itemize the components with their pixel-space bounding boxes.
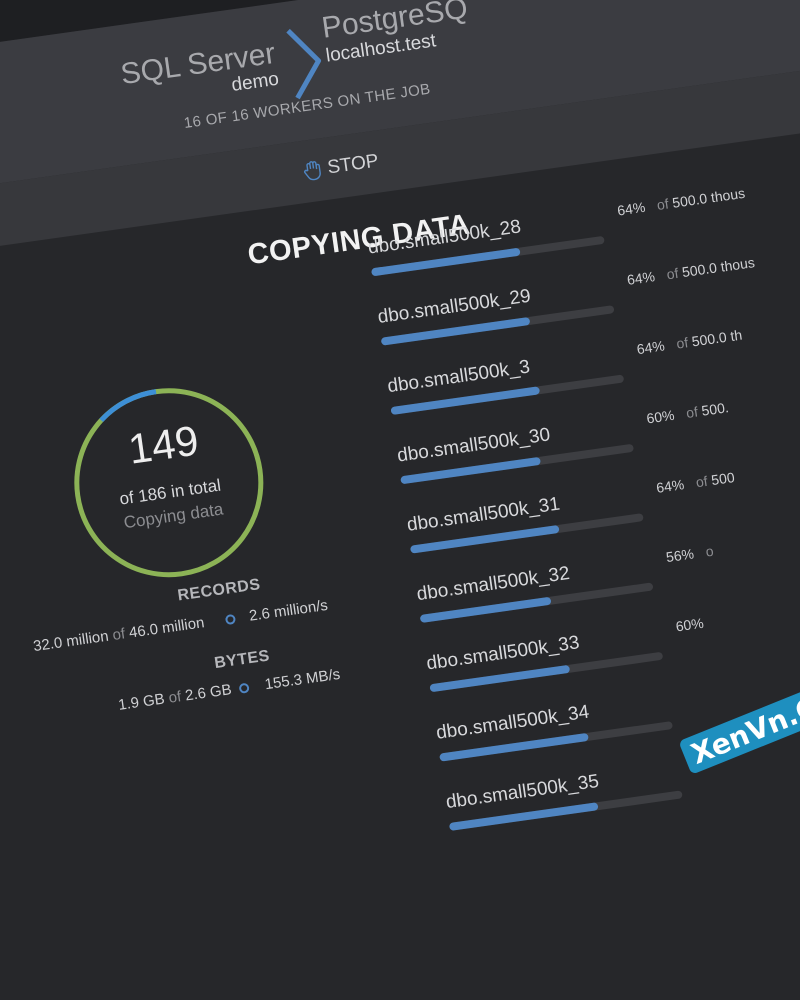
table-total-of: of bbox=[655, 195, 670, 213]
table-percent: 60% bbox=[674, 614, 705, 635]
bytes-progress: 1.9 GB of 2.6 GB bbox=[117, 681, 233, 714]
table-total: of 500.0 thous bbox=[656, 185, 746, 213]
records-of: of bbox=[111, 625, 127, 644]
migration-dashboard: SQL Server demo PostgreSQ localhost.test… bbox=[0, 0, 800, 1000]
rate-dot-icon bbox=[238, 682, 250, 694]
rate-dot-icon bbox=[224, 613, 237, 626]
table-total-of: of bbox=[685, 403, 699, 421]
table-percent: 64% bbox=[625, 268, 656, 288]
records-done: 32.0 million bbox=[32, 627, 110, 656]
table-total-value: 500. bbox=[700, 399, 730, 419]
bytes-done: 1.9 GB bbox=[117, 690, 166, 714]
progress-ring: 149 of 186 in total Copying data bbox=[56, 370, 282, 596]
bytes-rate: 155.3 MB/s bbox=[263, 665, 342, 694]
records-rate: 2.6 million/s bbox=[248, 596, 329, 625]
records-progress: 32.0 million of 46.0 million bbox=[32, 614, 205, 655]
hand-stop-icon bbox=[302, 159, 323, 181]
bytes-of: of bbox=[167, 688, 183, 707]
table-percent: 64% bbox=[655, 476, 686, 496]
table-total-of: of bbox=[675, 334, 690, 352]
table-total-of: of bbox=[665, 264, 680, 283]
table-total-of: o bbox=[704, 542, 715, 560]
table-percent: 56% bbox=[664, 545, 695, 566]
table-total-of: of bbox=[694, 472, 709, 491]
bytes-total: 2.6 GB bbox=[184, 681, 233, 705]
table-percent: 64% bbox=[635, 337, 666, 358]
table-percent: 64% bbox=[616, 198, 647, 219]
table-total: o bbox=[705, 543, 715, 560]
records-total: 46.0 million bbox=[127, 614, 206, 642]
table-percent: 60% bbox=[645, 406, 676, 427]
bytes-heading: BYTES bbox=[213, 647, 271, 673]
table-total-value: 500.0 thous bbox=[671, 184, 746, 211]
table-total-value: 500 bbox=[710, 469, 736, 489]
